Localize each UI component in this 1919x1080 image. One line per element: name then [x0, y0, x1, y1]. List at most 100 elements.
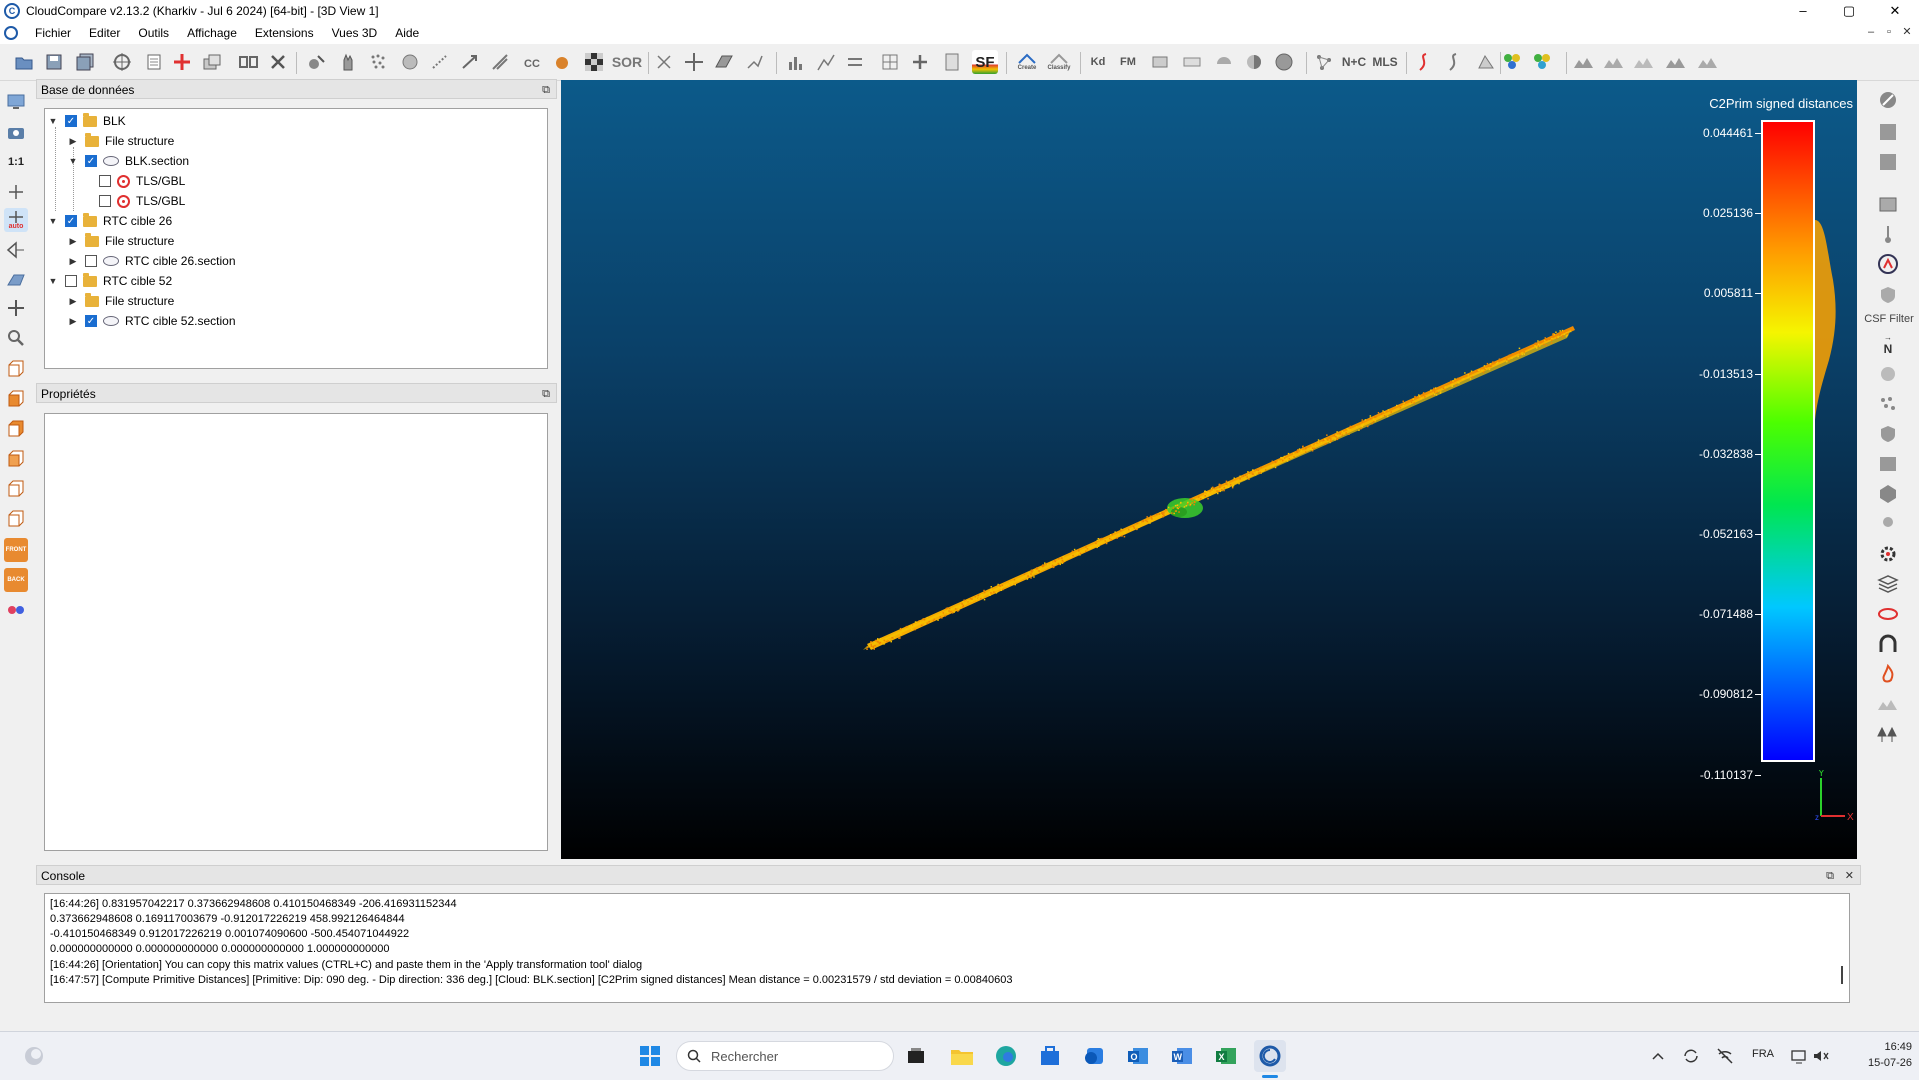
float-console-icon[interactable]: ⧉ — [1826, 866, 1834, 886]
half-sphere-icon[interactable] — [1242, 50, 1266, 74]
expand-arrow-icon[interactable]: ▼ — [47, 115, 59, 127]
checkbox-tls-gbl-2[interactable] — [99, 195, 111, 207]
app-menu-icon[interactable] — [4, 26, 18, 40]
menu-outils[interactable]: Outils — [129, 22, 178, 44]
view-bottom-icon[interactable] — [4, 506, 28, 530]
plus-icon[interactable] — [908, 50, 932, 74]
checker-icon[interactable] — [582, 50, 606, 74]
checkbox-rtc-cible-26[interactable]: ✓ — [65, 215, 77, 227]
kd-button[interactable]: Kd — [1086, 50, 1110, 74]
task-view-icon[interactable] — [900, 1040, 932, 1072]
expand-arrow-icon[interactable]: ▼ — [47, 215, 59, 227]
save-all-icon[interactable] — [74, 50, 98, 74]
film-icon[interactable] — [1876, 192, 1900, 216]
graph-icon[interactable] — [1312, 50, 1336, 74]
translate-icon[interactable] — [682, 50, 706, 74]
view-front-icon[interactable] — [4, 386, 28, 410]
mesh-icon[interactable] — [1180, 50, 1204, 74]
widgets-icon[interactable] — [18, 1040, 50, 1072]
expand-arrow-icon[interactable]: ▼ — [67, 155, 79, 167]
tree-item-tls-gbl-2[interactable]: TLS/GBL — [93, 191, 185, 211]
console-scrollbar[interactable] — [1841, 966, 1843, 984]
layers-icon[interactable] — [1876, 572, 1900, 596]
cc-icon[interactable]: CC — [520, 50, 544, 74]
mdi-minimize-button[interactable]: – — [1862, 22, 1880, 42]
scissors-icon[interactable] — [652, 50, 676, 74]
word-icon[interactable]: W — [1166, 1040, 1198, 1072]
shield-icon[interactable] — [1876, 422, 1900, 446]
color-icon[interactable] — [550, 50, 574, 74]
points-icon[interactable] — [366, 50, 390, 74]
terrain-icon[interactable] — [1876, 692, 1900, 716]
collapse-arrow-icon[interactable]: ▶ — [67, 135, 79, 147]
arrows-icon[interactable] — [844, 50, 868, 74]
ellipse-icon[interactable] — [1876, 602, 1900, 626]
tree-item-rtc-cible-26[interactable]: ▼ ✓ RTC cible 26 — [47, 211, 172, 231]
taskbar-search[interactable]: Rechercher — [676, 1041, 894, 1071]
checkbox-rtc-cible-26-section[interactable] — [85, 255, 97, 267]
file-explorer-icon[interactable] — [946, 1040, 978, 1072]
sphere-points-icon[interactable] — [398, 50, 422, 74]
float-panel-icon[interactable]: ⧉ — [542, 384, 550, 404]
view-top-icon[interactable] — [4, 356, 28, 380]
noise-icon[interactable] — [428, 50, 452, 74]
tree-item-rtc-cible-52[interactable]: ▼ RTC cible 52 — [47, 271, 172, 291]
outlook-new-icon[interactable] — [1078, 1040, 1110, 1072]
clone-icon[interactable] — [200, 50, 224, 74]
global-shift-icon[interactable] — [110, 50, 134, 74]
clock-date[interactable]: 15-07-26 — [1852, 1057, 1912, 1069]
close-console-icon[interactable]: ✕ — [1845, 866, 1854, 886]
mls-button[interactable]: MLS — [1370, 50, 1400, 74]
trees-icon[interactable] — [1876, 722, 1900, 746]
north-button[interactable]: → N — [1876, 332, 1900, 356]
screen-icon[interactable] — [4, 90, 28, 114]
edge-icon[interactable] — [990, 1040, 1022, 1072]
checkbox-blk[interactable]: ✓ — [65, 115, 77, 127]
terrain-icon-5[interactable] — [1696, 50, 1720, 74]
cloth-classify-button[interactable]: Classify — [1044, 50, 1074, 74]
menu-fichier[interactable]: Fichier — [26, 22, 80, 44]
m3c2-icon[interactable] — [1876, 392, 1900, 416]
hand-icon[interactable] — [336, 50, 360, 74]
add-point-icon[interactable] — [170, 50, 194, 74]
view-back-icon[interactable] — [4, 446, 28, 470]
export-icon-1[interactable] — [1876, 120, 1900, 144]
tree-item-file-structure[interactable]: ▶ File structure — [67, 131, 174, 151]
menu-aide[interactable]: Aide — [386, 22, 428, 44]
tree-item-tls-gbl-1[interactable]: TLS/GBL — [93, 171, 185, 191]
fire-icon[interactable] — [1876, 662, 1900, 686]
gear-icon[interactable] — [1876, 542, 1900, 566]
export-icon-2[interactable] — [1876, 150, 1900, 174]
float-panel-icon[interactable]: ⧉ — [542, 80, 550, 100]
terrain-icon-4[interactable] — [1664, 50, 1688, 74]
open-icon[interactable] — [12, 50, 36, 74]
rdd-icon[interactable] — [1876, 512, 1900, 536]
pin-icon[interactable] — [1876, 222, 1900, 246]
merge-icon[interactable] — [236, 50, 260, 74]
perspective-icon[interactable] — [4, 238, 28, 262]
menu-extensions[interactable]: Extensions — [246, 22, 323, 44]
csf-filter-button[interactable] — [1876, 282, 1900, 306]
cloudcompare-taskbar-icon[interactable] — [1254, 1040, 1286, 1072]
clock-time[interactable]: 16:49 — [1862, 1041, 1912, 1053]
plane-icon[interactable] — [712, 50, 736, 74]
volume-mute-icon[interactable] — [1810, 1040, 1832, 1072]
grid-icon[interactable] — [878, 50, 902, 74]
pcv-icon[interactable] — [1876, 452, 1900, 476]
sphere-icon[interactable] — [1272, 50, 1296, 74]
octree-icon[interactable] — [488, 50, 512, 74]
shape-icon[interactable] — [1474, 50, 1498, 74]
mdi-close-button[interactable]: ✕ — [1898, 22, 1916, 42]
sf-button[interactable]: SF — [972, 50, 998, 74]
auto-pivot-button[interactable]: auto — [4, 208, 28, 232]
pick-icon[interactable] — [742, 50, 766, 74]
hpr-icon[interactable] — [1876, 362, 1900, 386]
subsample-icon[interactable] — [304, 50, 328, 74]
terrain-icon-2[interactable] — [1602, 50, 1626, 74]
tree-item-rtc-cible-52-section[interactable]: ▶ ✓ RTC cible 52.section — [67, 311, 236, 331]
scale-1-1-button[interactable]: 1:1 — [4, 150, 28, 174]
terrain-icon-1[interactable] — [1572, 50, 1596, 74]
tray-chevron-icon[interactable] — [1648, 1040, 1668, 1072]
histogram-icon[interactable] — [784, 50, 808, 74]
close-button[interactable]: ✕ — [1872, 0, 1918, 22]
